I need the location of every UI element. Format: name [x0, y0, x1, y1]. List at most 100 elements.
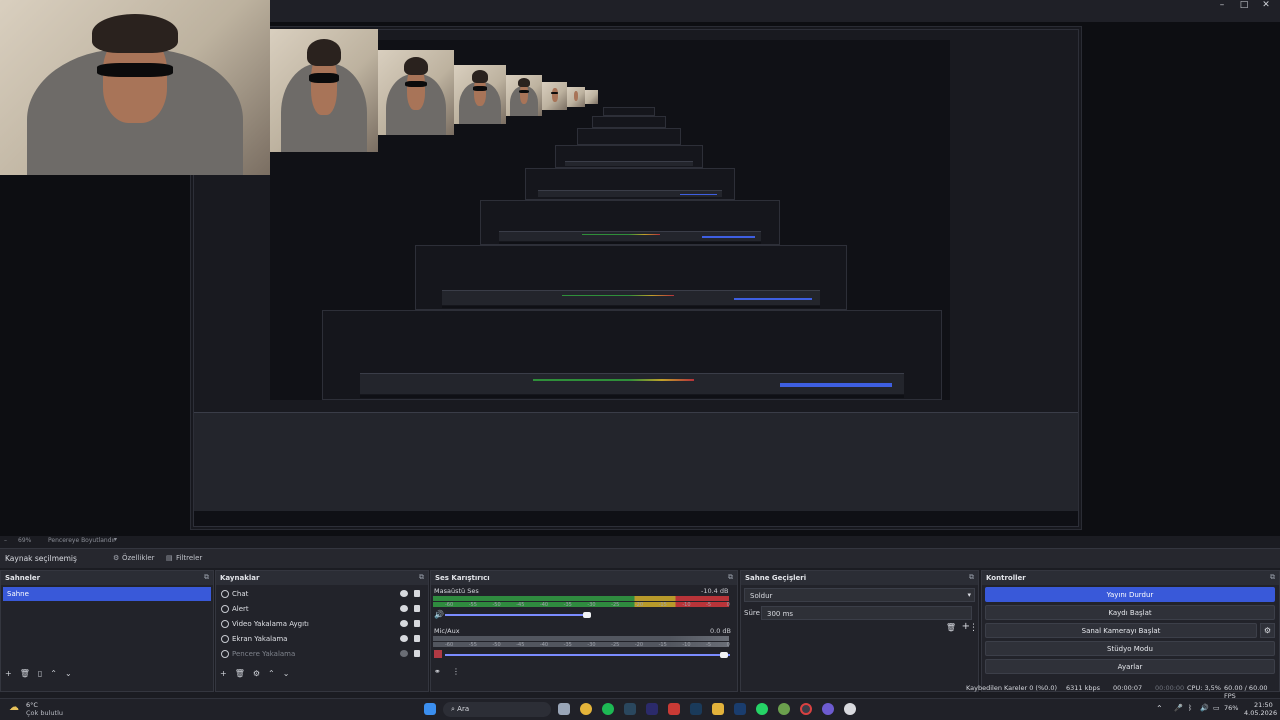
- source-item[interactable]: Ekran Yakalama: [218, 632, 426, 646]
- meter-tick-label: -10: [682, 602, 691, 608]
- scene-item[interactable]: Sahne: [3, 587, 211, 601]
- photoshop-icon[interactable]: [734, 703, 746, 715]
- transition-select[interactable]: Soldur: [744, 588, 975, 602]
- eye-icon[interactable]: [400, 590, 408, 597]
- lock-icon[interactable]: [414, 590, 420, 597]
- webcam-feed-nested-1: [270, 29, 378, 152]
- undock-icon[interactable]: ⧉: [968, 573, 975, 581]
- down-icon[interactable]: ⌄: [65, 669, 72, 679]
- minimize-button[interactable]: –: [1212, 0, 1232, 12]
- obs-icon[interactable]: [800, 703, 812, 715]
- volume-slider[interactable]: [445, 654, 730, 656]
- weather-temp[interactable]: 6°C: [26, 701, 38, 709]
- start-virtual-cam-button[interactable]: Sanal Kamerayı Başlat: [985, 623, 1257, 638]
- steam-icon[interactable]: [624, 703, 636, 715]
- lock-icon[interactable]: [414, 620, 420, 627]
- battery-icon[interactable]: ▭: [1213, 704, 1220, 712]
- chevron-down-icon[interactable]: ▾: [114, 536, 117, 543]
- tray-chevron-icon[interactable]: ⌃: [1156, 704, 1163, 713]
- undock-icon[interactable]: ⧉: [203, 573, 210, 581]
- close-button[interactable]: ✕: [1256, 0, 1276, 12]
- valorant-icon[interactable]: [668, 703, 680, 715]
- source-label: Ekran Yakalama: [232, 635, 288, 643]
- add-icon[interactable]: +: [5, 669, 12, 679]
- source-item[interactable]: Video Yakalama Aygıtı: [218, 617, 426, 631]
- zoom-percent[interactable]: 69%: [18, 537, 31, 544]
- zoom-minus[interactable]: –: [4, 537, 7, 544]
- sources-title: Kaynaklar: [216, 571, 428, 585]
- source-item[interactable]: Chat: [218, 587, 426, 601]
- weather-desc[interactable]: Çok bulutlu: [26, 709, 63, 717]
- mic-icon[interactable]: 🎤: [1174, 704, 1183, 712]
- add-icon[interactable]: +: [220, 669, 227, 679]
- source-item[interactable]: Pencere Yakalama: [218, 647, 426, 661]
- bluetooth-icon[interactable]: ᛒ: [1188, 704, 1192, 712]
- eye-icon[interactable]: [400, 635, 408, 642]
- up-icon[interactable]: ⌃: [268, 669, 275, 679]
- volume-knob[interactable]: [720, 652, 728, 658]
- filters-button[interactable]: Filtreler: [176, 554, 202, 562]
- studio-mode-button[interactable]: Stüdyo Modu: [985, 641, 1275, 656]
- gear-icon: ⚙: [113, 554, 120, 562]
- properties-button[interactable]: Özellikler: [122, 554, 155, 562]
- premiere-icon[interactable]: [646, 703, 658, 715]
- media-player-icon[interactable]: [844, 703, 856, 715]
- spotify-icon[interactable]: [602, 703, 614, 715]
- stop-streaming-button[interactable]: Yayını Durdur: [985, 587, 1275, 602]
- lock-icon[interactable]: [414, 605, 420, 612]
- eye-hidden-icon[interactable]: [400, 650, 408, 657]
- meter-tick-label: -45: [516, 642, 525, 648]
- app-icon[interactable]: [778, 703, 790, 715]
- app-icon[interactable]: [822, 703, 834, 715]
- start-recording-button[interactable]: Kaydı Başlat: [985, 605, 1275, 620]
- lock-icon[interactable]: [414, 635, 420, 642]
- volume-slider[interactable]: [445, 614, 588, 616]
- trash-icon[interactable]: 🗑: [20, 669, 30, 679]
- eye-icon[interactable]: [400, 620, 408, 627]
- speaker-icon[interactable]: 🔊: [1200, 704, 1209, 712]
- gear-icon[interactable]: ⚙: [1260, 623, 1275, 638]
- eye-icon[interactable]: [400, 605, 408, 612]
- undock-icon[interactable]: ⧉: [1269, 573, 1276, 581]
- meter-tick-label: -15: [658, 642, 667, 648]
- folder-icon[interactable]: [712, 703, 724, 715]
- windows-start-icon[interactable]: [424, 703, 436, 715]
- more-icon[interactable]: ⋮: [969, 623, 978, 633]
- chevron-down-icon[interactable]: ▾: [967, 591, 971, 599]
- transitions-panel: Sahne Geçişleri ⧉ Soldur ▾ Süre 300 ms +…: [740, 570, 979, 692]
- settings-button[interactable]: Ayarlar: [985, 659, 1275, 674]
- source-item[interactable]: Alert: [218, 602, 426, 616]
- trash-icon[interactable]: 🗑: [235, 669, 245, 679]
- chrome-icon[interactable]: [580, 703, 592, 715]
- webcam-feed: [0, 0, 270, 175]
- volume-knob[interactable]: [583, 612, 591, 618]
- speaker-icon[interactable]: 🔊: [434, 610, 444, 619]
- link-icon[interactable]: ⚭: [434, 667, 441, 676]
- sources-footer: + 🗑 ⚙ ⌃ ⌄: [220, 669, 289, 679]
- clock-time[interactable]: 21:50: [1254, 701, 1273, 709]
- clock-date[interactable]: 4.05.2026: [1244, 709, 1277, 717]
- scenes-footer: + 🗑 ▯ ⌃ ⌄: [5, 669, 72, 679]
- mute-icon[interactable]: [434, 650, 442, 658]
- more-icon[interactable]: ⋮: [452, 667, 460, 676]
- maximize-button[interactable]: □: [1234, 0, 1254, 12]
- trash-icon[interactable]: 🗑: [946, 623, 956, 632]
- meter-tick-label: -40: [539, 642, 549, 648]
- whatsapp-icon[interactable]: [756, 703, 768, 715]
- explorer-icon[interactable]: [558, 703, 570, 715]
- lock-icon[interactable]: [414, 650, 420, 657]
- channel-name: Mic/Aux: [434, 627, 460, 635]
- webcam-feed-nested-7: [585, 90, 598, 104]
- gear-icon[interactable]: ⚙: [253, 669, 260, 679]
- zoom-mode[interactable]: Pencereye Boyutlandır: [48, 537, 116, 544]
- filter-icon[interactable]: ▯: [38, 669, 42, 679]
- duration-input[interactable]: 300 ms: [761, 606, 972, 620]
- undock-icon[interactable]: ⧉: [727, 573, 734, 581]
- lightroom-icon[interactable]: [690, 703, 702, 715]
- undock-icon[interactable]: ⧉: [418, 573, 425, 581]
- nested-frame-2: [415, 245, 847, 310]
- search-box[interactable]: ⌕ Ara: [443, 702, 551, 717]
- up-icon[interactable]: ⌃: [50, 669, 57, 679]
- down-icon[interactable]: ⌄: [283, 669, 290, 679]
- globe-icon: [221, 590, 229, 598]
